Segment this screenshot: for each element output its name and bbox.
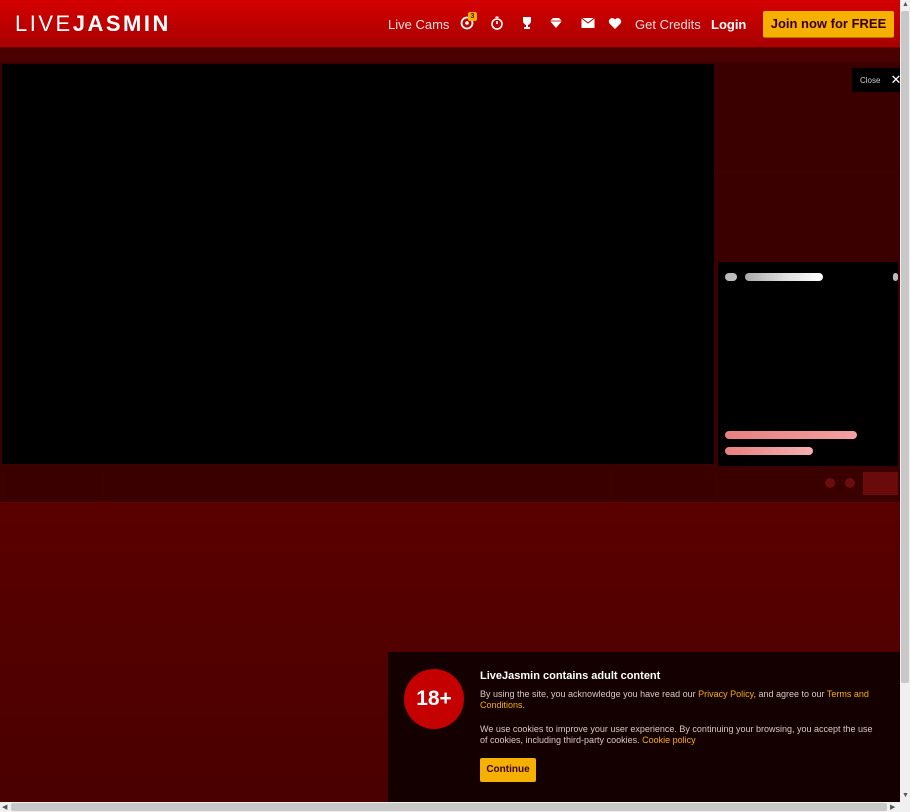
login-link[interactable]: Login — [711, 17, 746, 32]
vertical-scrollbar[interactable]: ▲ ▼ — [900, 0, 910, 802]
offers-icon[interactable]: 3 — [459, 12, 477, 31]
age-badge: 18+ — [404, 669, 464, 729]
scroll-up-icon[interactable]: ▲ — [902, 1, 909, 8]
notice-title: LiveJasmin contains adult content — [480, 670, 661, 682]
horizontal-scrollbar[interactable]: ◀ ▶ — [0, 802, 910, 812]
cookie-policy-link[interactable]: Cookie policy — [642, 735, 696, 745]
toolbar-segment — [105, 466, 611, 500]
video-player[interactable] — [2, 64, 714, 464]
notification-badge: 3 — [468, 12, 477, 21]
privacy-policy-link[interactable]: Privacy Policy — [698, 689, 753, 699]
trophy-icon[interactable] — [519, 15, 535, 31]
close-label: Close — [860, 75, 881, 85]
toolbar-segment — [614, 466, 714, 500]
chat-edge-placeholder — [893, 273, 898, 281]
logo-live: LIVE — [15, 11, 73, 36]
terms-text-start: By using the site, you acknowledge you h… — [480, 689, 699, 699]
scroll-right-icon[interactable]: ▶ — [890, 803, 895, 811]
scroll-down-icon[interactable]: ▼ — [902, 792, 909, 799]
toolbar-dot[interactable] — [845, 478, 855, 488]
toolbar-segment — [2, 466, 102, 500]
join-button[interactable]: Join now for FREE — [763, 11, 894, 37]
logo-jasmin: JASMIN — [72, 11, 171, 36]
terms-text-middle: , and agree to our — [753, 689, 827, 699]
side-panel-middle — [718, 174, 898, 260]
nav-get-credits[interactable]: Get Credits — [635, 17, 701, 32]
notice-terms-text: By using the site, you acknowledge you h… — [480, 689, 880, 711]
adult-content-notice: 18+ LiveJasmin contains adult content By… — [388, 652, 900, 802]
notice-cookie-text: We use cookies to improve your user expe… — [480, 724, 880, 746]
close-button[interactable]: Close ✕ — [852, 68, 901, 92]
site-logo[interactable]: LIVEJASMIN — [15, 11, 171, 37]
toolbar-dot[interactable] — [825, 478, 835, 488]
chat-name-placeholder — [745, 273, 823, 281]
continue-button[interactable]: Continue — [480, 758, 536, 782]
chat-message-placeholder — [725, 447, 813, 455]
mail-icon[interactable] — [580, 15, 596, 31]
chat-avatar-placeholder — [725, 273, 737, 281]
diamond-icon[interactable] — [548, 15, 564, 31]
toolbar-action[interactable] — [863, 472, 898, 495]
site-header: LIVEJASMIN Live Cams 3 Get Credits Login… — [0, 0, 900, 48]
terms-text-end: . — [522, 700, 526, 710]
heart-icon[interactable] — [607, 15, 623, 31]
horizontal-scroll-thumb[interactable] — [11, 803, 887, 811]
scroll-left-icon[interactable]: ◀ — [2, 803, 7, 811]
nav-live-cams[interactable]: Live Cams — [388, 17, 449, 32]
vertical-scroll-thumb[interactable] — [901, 11, 909, 683]
chat-message-placeholder — [725, 431, 857, 439]
chat-panel — [718, 262, 898, 466]
timer-icon[interactable] — [489, 15, 505, 31]
